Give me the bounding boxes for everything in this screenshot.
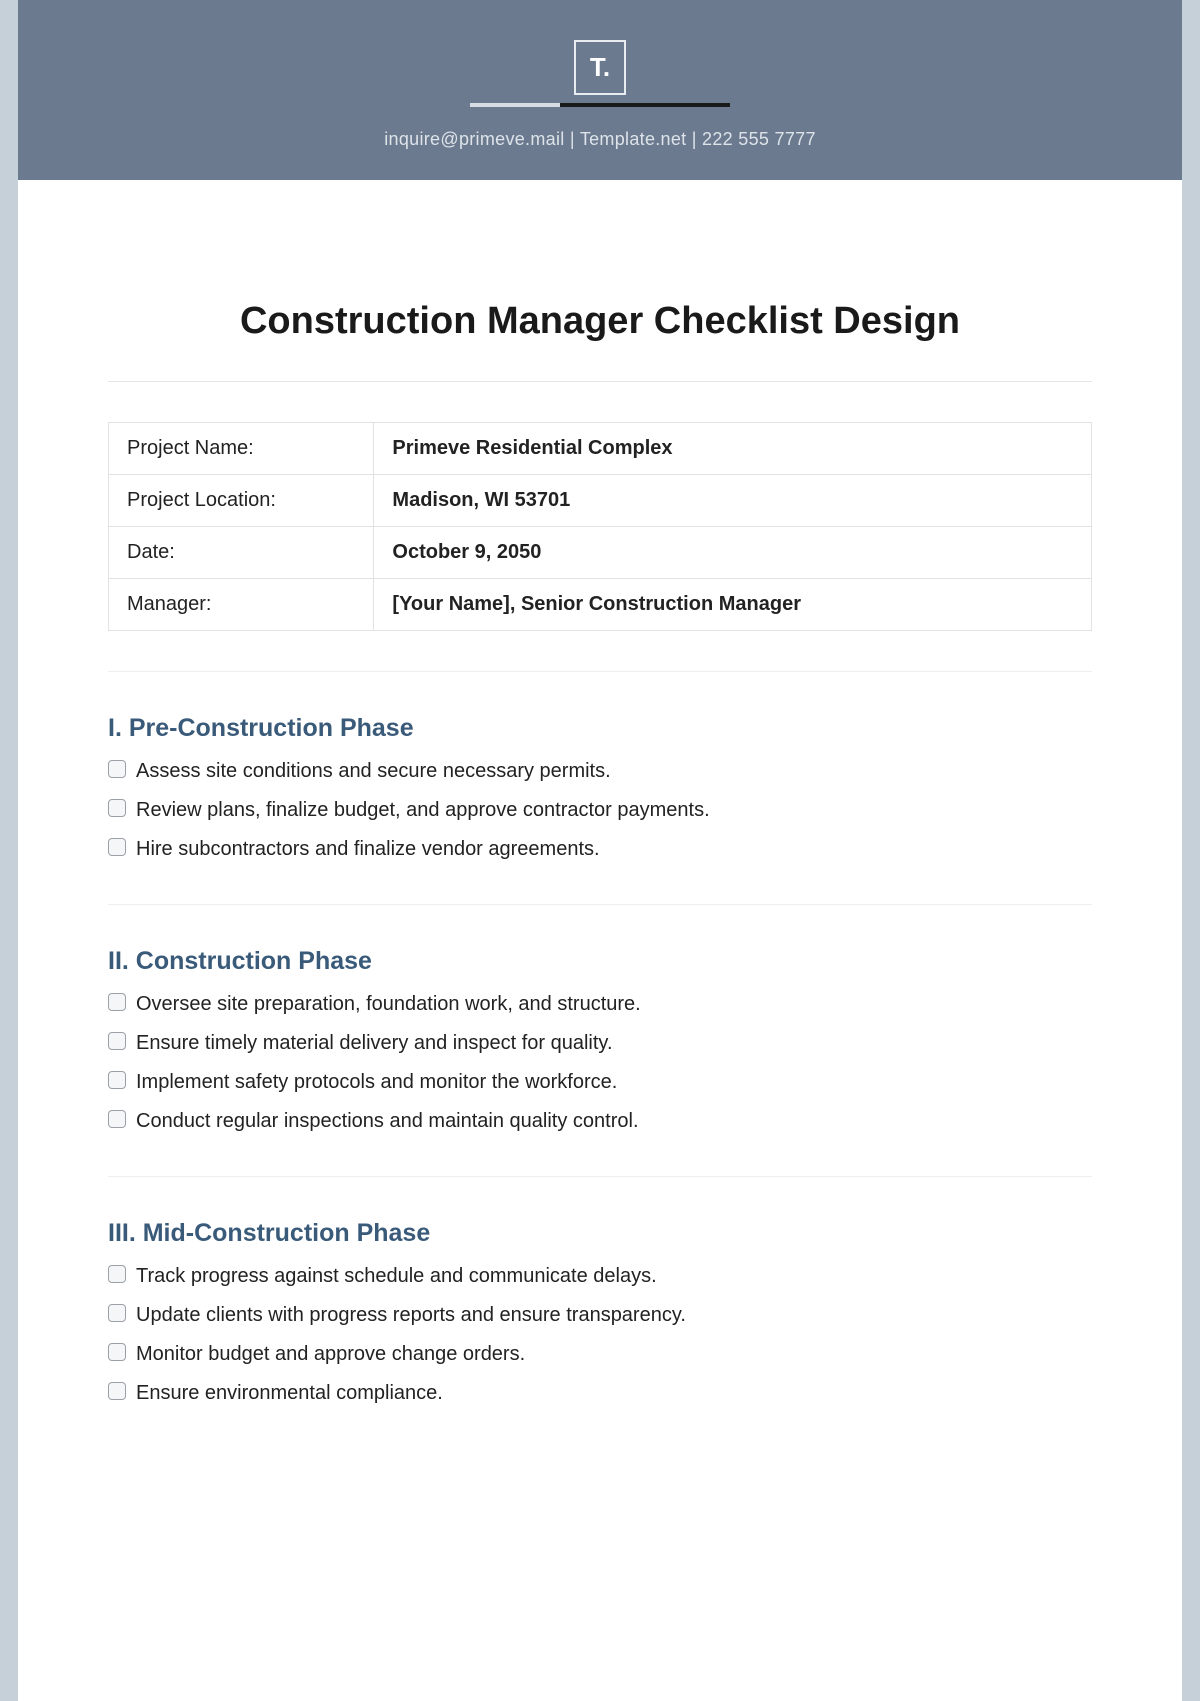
checkbox[interactable] — [108, 1265, 126, 1283]
logo-underline — [470, 103, 730, 107]
section-title: II. Construction Phase — [108, 947, 1092, 976]
checklist-item: Assess site conditions and secure necess… — [108, 757, 1092, 786]
section-pre-construction: I. Pre-Construction Phase Assess site co… — [108, 714, 1092, 864]
table-row: Manager: [Your Name], Senior Constructio… — [109, 579, 1092, 631]
checkbox[interactable] — [108, 799, 126, 817]
document-page: T. inquire@primeve.mail | Template.net |… — [18, 0, 1182, 1701]
checklist-text: Conduct regular inspections and maintain… — [136, 1107, 639, 1136]
section-title: I. Pre-Construction Phase — [108, 714, 1092, 743]
section-construction: II. Construction Phase Oversee site prep… — [108, 947, 1092, 1136]
header-band: T. inquire@primeve.mail | Template.net |… — [18, 0, 1182, 180]
info-value: October 9, 2050 — [374, 527, 1092, 579]
checkbox[interactable] — [108, 1071, 126, 1089]
divider — [108, 904, 1092, 905]
checklist-text: Track progress against schedule and comm… — [136, 1262, 657, 1291]
checkbox[interactable] — [108, 1110, 126, 1128]
info-value: Primeve Residential Complex — [374, 423, 1092, 475]
content-area: Construction Manager Checklist Design Pr… — [18, 180, 1182, 1478]
checklist-text: Ensure timely material delivery and insp… — [136, 1029, 613, 1058]
table-row: Project Name: Primeve Residential Comple… — [109, 423, 1092, 475]
checklist-text: Review plans, finalize budget, and appro… — [136, 796, 710, 825]
checklist-text: Update clients with progress reports and… — [136, 1301, 686, 1330]
info-label: Date: — [109, 527, 374, 579]
document-title: Construction Manager Checklist Design — [108, 300, 1092, 343]
checklist-text: Oversee site preparation, foundation wor… — [136, 990, 641, 1019]
info-label: Project Location: — [109, 475, 374, 527]
checkbox[interactable] — [108, 760, 126, 778]
checklist-item: Ensure environmental compliance. — [108, 1379, 1092, 1408]
checklist-item: Update clients with progress reports and… — [108, 1301, 1092, 1330]
info-value: Madison, WI 53701 — [374, 475, 1092, 527]
logo: T. — [574, 40, 626, 95]
checklist-item: Conduct regular inspections and maintain… — [108, 1107, 1092, 1136]
checklist-item: Implement safety protocols and monitor t… — [108, 1068, 1092, 1097]
checklist-text: Implement safety protocols and monitor t… — [136, 1068, 617, 1097]
info-value: [Your Name], Senior Construction Manager — [374, 579, 1092, 631]
checklist-item: Monitor budget and approve change orders… — [108, 1340, 1092, 1369]
divider — [108, 1176, 1092, 1177]
checklist-text: Ensure environmental compliance. — [136, 1379, 443, 1408]
project-info-table: Project Name: Primeve Residential Comple… — [108, 422, 1092, 631]
checkbox[interactable] — [108, 1032, 126, 1050]
checklist-item: Review plans, finalize budget, and appro… — [108, 796, 1092, 825]
checklist-item: Oversee site preparation, foundation wor… — [108, 990, 1092, 1019]
section-title: III. Mid-Construction Phase — [108, 1219, 1092, 1248]
contact-line: inquire@primeve.mail | Template.net | 22… — [18, 129, 1182, 150]
checklist-item: Hire subcontractors and finalize vendor … — [108, 835, 1092, 864]
checklist-item: Track progress against schedule and comm… — [108, 1262, 1092, 1291]
checklist-text: Monitor budget and approve change orders… — [136, 1340, 525, 1369]
info-label: Manager: — [109, 579, 374, 631]
checkbox[interactable] — [108, 1343, 126, 1361]
divider — [108, 671, 1092, 672]
checkbox[interactable] — [108, 838, 126, 856]
table-row: Project Location: Madison, WI 53701 — [109, 475, 1092, 527]
checklist-text: Hire subcontractors and finalize vendor … — [136, 835, 600, 864]
section-mid-construction: III. Mid-Construction Phase Track progre… — [108, 1219, 1092, 1408]
checkbox[interactable] — [108, 993, 126, 1011]
checkbox[interactable] — [108, 1304, 126, 1322]
table-row: Date: October 9, 2050 — [109, 527, 1092, 579]
checklist-text: Assess site conditions and secure necess… — [136, 757, 611, 786]
checklist-item: Ensure timely material delivery and insp… — [108, 1029, 1092, 1058]
info-label: Project Name: — [109, 423, 374, 475]
checkbox[interactable] — [108, 1382, 126, 1400]
divider — [108, 381, 1092, 382]
